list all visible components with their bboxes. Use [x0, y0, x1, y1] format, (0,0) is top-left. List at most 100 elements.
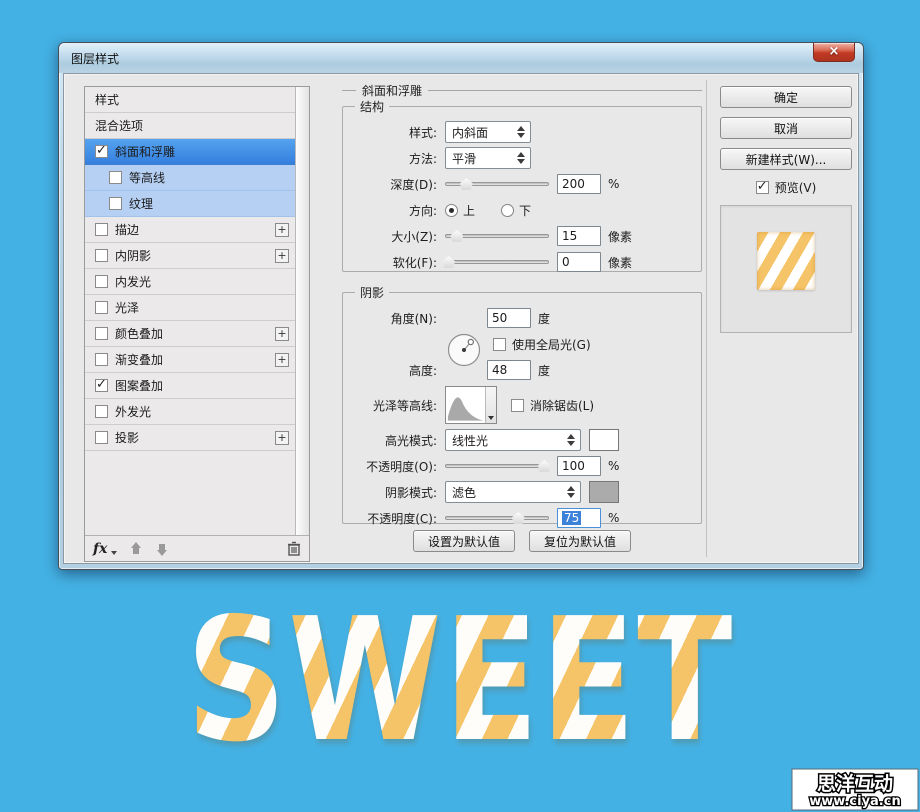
- shading-legend: 阴影: [355, 284, 389, 301]
- checkbox-icon[interactable]: [109, 171, 122, 184]
- sidebar-item-blending-options[interactable]: 混合选项: [85, 113, 295, 139]
- styles-list: 样式 混合选项 斜面和浮雕 等高线 纹理: [85, 87, 295, 451]
- direction-up-label: 上: [463, 202, 475, 219]
- checkbox-icon[interactable]: [95, 327, 108, 340]
- highlight-opacity-input[interactable]: 100: [557, 456, 601, 476]
- checkbox-icon[interactable]: [95, 431, 108, 444]
- gloss-contour-label: 光泽等高线:: [347, 397, 445, 414]
- fx-caret-icon: [111, 551, 117, 555]
- sidebar-item-inner-glow[interactable]: 内发光: [85, 269, 295, 295]
- direction-down-radio[interactable]: [501, 204, 514, 217]
- highlight-color-swatch[interactable]: [589, 429, 619, 451]
- sidebar-item-contour[interactable]: 等高线: [85, 165, 295, 191]
- sidebar-item-bevel-emboss[interactable]: 斜面和浮雕: [85, 139, 295, 165]
- checkbox-icon[interactable]: [95, 353, 108, 366]
- checkbox-icon[interactable]: [95, 275, 108, 288]
- sidebar-item-label: 样式: [95, 91, 119, 108]
- list-scrollbar[interactable]: [295, 87, 309, 535]
- trash-icon[interactable]: [287, 541, 301, 556]
- move-down-icon[interactable]: [155, 542, 169, 556]
- ok-button[interactable]: 确定: [720, 86, 852, 108]
- dialog-titlebar[interactable]: 图层样式 ×: [59, 43, 863, 73]
- highlight-mode-dropdown[interactable]: 线性光: [445, 429, 581, 451]
- sidebar-item-label: 描边: [115, 221, 139, 238]
- sidebar-item-styles[interactable]: 样式: [85, 87, 295, 113]
- global-light-checkbox[interactable]: [493, 338, 506, 351]
- plus-button[interactable]: [275, 327, 289, 341]
- slider-thumb[interactable]: [450, 230, 463, 242]
- gloss-contour-picker[interactable]: [445, 386, 497, 424]
- dialog-body: 样式 混合选项 斜面和浮雕 等高线 纹理: [63, 73, 859, 564]
- altitude-input[interactable]: 48: [487, 360, 531, 380]
- preview-checkbox[interactable]: [756, 181, 769, 194]
- highlight-opacity-slider[interactable]: [445, 459, 549, 473]
- shadow-opacity-slider[interactable]: [445, 511, 549, 525]
- checkbox-icon[interactable]: [109, 197, 122, 210]
- slider-thumb[interactable]: [442, 256, 455, 268]
- depth-input[interactable]: 200: [557, 174, 601, 194]
- antialias-checkbox[interactable]: [511, 399, 524, 412]
- sidebar-item-drop-shadow[interactable]: 投影: [85, 425, 295, 451]
- sidebar-item-label: 渐变叠加: [115, 351, 163, 368]
- sidebar-item-outer-glow[interactable]: 外发光: [85, 399, 295, 425]
- sidebar-item-stroke[interactable]: 描边: [85, 217, 295, 243]
- bevel-style-dropdown[interactable]: 内斜面: [445, 121, 531, 143]
- contour-dropdown-arrow-icon[interactable]: [485, 387, 496, 423]
- checkbox-icon[interactable]: [95, 301, 108, 314]
- checkbox-checked-icon[interactable]: [95, 145, 108, 158]
- slider-thumb[interactable]: [538, 460, 551, 472]
- checkbox-checked-icon[interactable]: [95, 379, 108, 392]
- checkbox-icon[interactable]: [95, 405, 108, 418]
- sidebar-item-inner-shadow[interactable]: 内阴影: [85, 243, 295, 269]
- shadow-color-swatch[interactable]: [589, 481, 619, 503]
- sidebar-item-satin[interactable]: 光泽: [85, 295, 295, 321]
- checkbox-icon[interactable]: [95, 249, 108, 262]
- plus-button[interactable]: [275, 431, 289, 445]
- dropdown-stepper-icon: [567, 486, 575, 498]
- plus-button[interactable]: [275, 249, 289, 263]
- sidebar-item-color-overlay[interactable]: 颜色叠加: [85, 321, 295, 347]
- size-input[interactable]: 15: [557, 226, 601, 246]
- panel-divider: [706, 80, 707, 557]
- shadow-opacity-label: 不透明度(C):: [347, 510, 445, 527]
- styles-list-panel: 样式 混合选项 斜面和浮雕 等高线 纹理: [84, 86, 310, 562]
- checkbox-icon[interactable]: [95, 223, 108, 236]
- reset-default-button[interactable]: 复位为默认值: [529, 530, 631, 552]
- plus-button[interactable]: [275, 223, 289, 237]
- slider-thumb[interactable]: [512, 512, 525, 524]
- technique-dropdown[interactable]: 平滑: [445, 147, 531, 169]
- shadow-mode-dropdown[interactable]: 滤色: [445, 481, 581, 503]
- sidebar-item-gradient-overlay[interactable]: 渐变叠加: [85, 347, 295, 373]
- close-button[interactable]: ×: [813, 43, 855, 62]
- slider-thumb[interactable]: [460, 178, 473, 190]
- angle-label: 角度(N):: [347, 310, 445, 327]
- angle-dial[interactable]: [447, 333, 481, 370]
- contour-curve-icon: [446, 387, 485, 423]
- angle-input[interactable]: 50: [487, 308, 531, 328]
- angle-unit: 度: [538, 310, 550, 327]
- size-slider[interactable]: [445, 229, 549, 243]
- preview-toggle-row: 预览(V): [720, 179, 852, 196]
- shadow-opacity-input[interactable]: 75: [557, 508, 601, 528]
- plus-button[interactable]: [275, 353, 289, 367]
- sidebar-item-texture[interactable]: 纹理: [85, 191, 295, 217]
- highlight-opacity-unit: %: [608, 459, 619, 473]
- size-label: 大小(Z):: [347, 228, 445, 245]
- watermark-line1: 思洋互动: [817, 772, 893, 795]
- watermark-line2: www.ciya.cn: [809, 794, 900, 809]
- structure-group: 结构 样式: 内斜面 方法: 平滑 深度(D):: [342, 98, 702, 272]
- sidebar-item-label: 外发光: [115, 403, 151, 420]
- new-style-button[interactable]: 新建样式(W)...: [720, 148, 852, 170]
- sidebar-item-label: 颜色叠加: [115, 325, 163, 342]
- soften-input[interactable]: 0: [557, 252, 601, 272]
- cancel-button[interactable]: 取消: [720, 117, 852, 139]
- make-default-button[interactable]: 设置为默认值: [413, 530, 515, 552]
- direction-up-radio[interactable]: [445, 204, 458, 217]
- technique-label: 方法:: [347, 150, 445, 167]
- move-up-icon[interactable]: [129, 542, 143, 556]
- sidebar-item-pattern-overlay[interactable]: 图案叠加: [85, 373, 295, 399]
- soften-slider[interactable]: [445, 255, 549, 269]
- fx-icon[interactable]: fx: [93, 541, 107, 557]
- highlight-mode-label: 高光模式:: [347, 432, 445, 449]
- depth-slider[interactable]: [445, 177, 549, 191]
